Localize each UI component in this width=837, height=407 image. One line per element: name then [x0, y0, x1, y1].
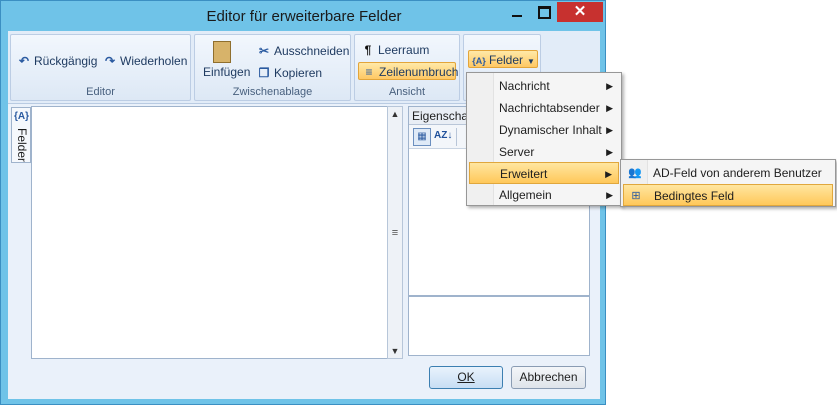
close-icon: ✕: [573, 3, 587, 20]
editor-scrollbar[interactable]: ▲ ≡ ▼: [387, 106, 403, 359]
paste-button[interactable]: Einfügen: [201, 39, 250, 81]
cancel-button[interactable]: Abbrechen: [511, 366, 586, 389]
menu-item-nachricht[interactable]: Nachricht ▶: [469, 75, 619, 97]
copy-icon: ❐: [258, 66, 270, 80]
fields-dropdown-button[interactable]: {A} Felder ▼: [468, 50, 538, 68]
properties-description: [408, 296, 590, 356]
scroll-down-icon[interactable]: ▼: [388, 346, 402, 356]
whitespace-button[interactable]: ¶ Leerraum: [361, 41, 430, 59]
wrap-button[interactable]: ≡ Zeilenumbruch: [358, 62, 458, 80]
menu-item-server[interactable]: Server ▶: [469, 141, 619, 163]
redo-button[interactable]: ↷ Wiederholen: [103, 52, 187, 70]
ok-button[interactable]: OK: [429, 366, 503, 389]
menu-item-nachrichtabsender[interactable]: Nachrichtabsender ▶: [469, 97, 619, 119]
side-tab-label: Felder: [15, 128, 29, 163]
toolbar-divider: [456, 128, 457, 146]
maximize-icon: [538, 6, 551, 19]
menu-item-erweitert[interactable]: Erweitert ▶: [469, 162, 619, 184]
ribbon-group-label: Editor: [86, 86, 115, 98]
submenu-arrow-icon: ▶: [606, 147, 613, 157]
pilcrow-icon: ¶: [364, 43, 372, 57]
submenu-arrow-icon: ▶: [606, 190, 613, 200]
undo-icon: ↶: [18, 54, 30, 68]
scroll-grip-icon[interactable]: ≡: [390, 227, 400, 239]
wrap-icon: ≡: [365, 65, 373, 79]
scissors-icon: ✂: [258, 44, 270, 58]
redo-icon: ↷: [104, 54, 116, 68]
ribbon-group-view: ¶ Leerraum ≡ Zeilenumbruch Ansicht: [354, 34, 460, 101]
submenu-arrow-icon: ▶: [605, 169, 612, 179]
minimize-icon: [512, 15, 522, 17]
menu-item-allgemein[interactable]: Allgemein ▶: [469, 184, 619, 206]
cut-button[interactable]: ✂ Ausschneiden: [257, 42, 349, 60]
submenu-arrow-icon: ▶: [606, 125, 613, 135]
editor-textarea[interactable]: [31, 106, 392, 359]
close-button[interactable]: ✕: [557, 2, 603, 22]
fields-icon: {A}: [472, 56, 486, 66]
categorized-icon[interactable]: ▦: [413, 128, 431, 146]
sort-alpha-icon[interactable]: AZ↓: [434, 128, 452, 144]
copy-button[interactable]: ❐ Kopieren: [257, 64, 322, 82]
chevron-down-icon: ▼: [527, 57, 535, 66]
submenu-arrow-icon: ▶: [606, 103, 613, 113]
submenu-item-ad-field[interactable]: 👥 AD-Feld von anderem Benutzer: [623, 162, 833, 184]
undo-button[interactable]: ↶ Rückgängig: [17, 52, 97, 70]
users-icon: 👥: [628, 167, 642, 179]
title-bar[interactable]: Editor für erweiterbare Felder ✕: [1, 1, 607, 31]
menu-item-dynamischer-inhalt[interactable]: Dynamischer Inhalt ▶: [469, 119, 619, 141]
clipboard-icon: [213, 41, 231, 63]
side-tab-fields[interactable]: {A} Felder: [11, 107, 31, 163]
maximize-button[interactable]: [530, 2, 557, 22]
fields-menu: Nachricht ▶ Nachrichtabsender ▶ Dynamische…: [466, 72, 622, 206]
conditional-field-icon: ⊞: [631, 190, 641, 202]
minimize-button[interactable]: [504, 2, 530, 22]
scroll-up-icon[interactable]: ▲: [388, 109, 402, 119]
ribbon-group-label: Zwischenablage: [232, 86, 313, 98]
submenu-item-conditional-field[interactable]: ⊞ Bedingtes Feld: [623, 184, 833, 206]
submenu-arrow-icon: ▶: [606, 81, 613, 91]
ribbon-group-editor: ↶ Rückgängig ↷ Wiederholen Editor: [10, 34, 191, 101]
ribbon-group-label: Ansicht: [388, 86, 426, 98]
ribbon-group-clipboard: Einfügen ✂ Ausschneiden ❐ Kopieren Zwische…: [194, 34, 351, 101]
fields-icon: {A}: [14, 111, 30, 122]
advanced-submenu: 👥 AD-Feld von anderem Benutzer ⊞ Bedingt…: [620, 159, 836, 207]
